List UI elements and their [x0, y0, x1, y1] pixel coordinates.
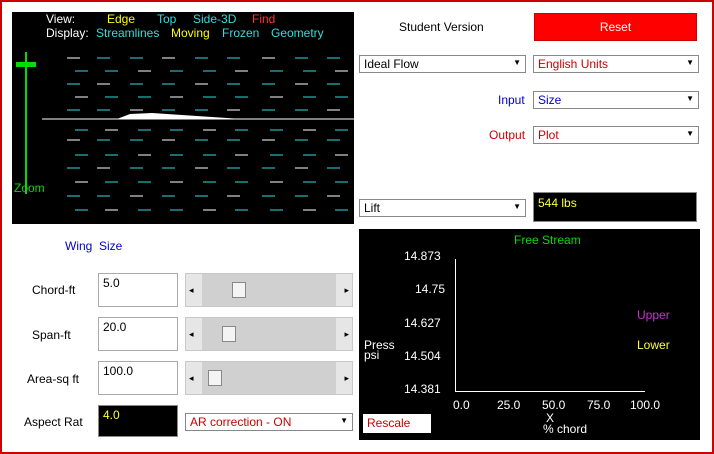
arrow-left-icon[interactable]: ◂: [189, 373, 194, 384]
ytick-label: 14.873: [404, 249, 441, 263]
chevron-down-icon: ▼: [686, 94, 694, 103]
arrow-left-icon[interactable]: ◂: [189, 285, 194, 296]
chord-label: Chord-ft: [32, 283, 76, 297]
flow-type-select[interactable]: Ideal Flow ▼: [359, 55, 526, 73]
x-axis: [455, 391, 645, 392]
pressure-plot: Free Stream 14.873 14.75 14.627 14.504 1…: [359, 229, 700, 440]
streamline-field: [42, 57, 354, 211]
output-select[interactable]: Plot ▼: [533, 126, 699, 144]
ytick-label: 14.381: [404, 382, 441, 396]
wing-title: Wing: [65, 239, 93, 253]
chord-slider-thumb[interactable]: [232, 282, 246, 298]
airfoil-shape: [117, 113, 242, 119]
area-slider[interactable]: ◂ ▸: [185, 361, 353, 395]
reset-button[interactable]: Reset: [534, 13, 697, 41]
xtick-label: 75.0: [587, 398, 611, 412]
input-value: Size: [538, 93, 562, 107]
rescale-button[interactable]: Rescale: [363, 414, 431, 433]
ytick-label: 14.75: [415, 282, 446, 296]
span-slider-thumb[interactable]: [222, 326, 236, 342]
span-slider[interactable]: ◂ ▸: [185, 317, 353, 351]
plot-title: Free Stream: [514, 233, 581, 247]
xtick-label: 0.0: [453, 398, 470, 412]
aspect-ratio-readout: 4.0: [98, 405, 178, 437]
plot-xlabel-unit: % chord: [543, 422, 588, 436]
plot-ylabel-unit: psi: [364, 348, 380, 362]
ar-correction-value: AR correction - ON: [190, 415, 292, 429]
area-input[interactable]: 100.0: [98, 361, 178, 395]
chevron-down-icon: ▼: [513, 58, 521, 67]
units-select[interactable]: English Units ▼: [533, 55, 699, 73]
chevron-down-icon: ▼: [340, 416, 348, 425]
flow-type-value: Ideal Flow: [364, 57, 419, 71]
arrow-left-icon[interactable]: ◂: [189, 329, 194, 340]
input-select[interactable]: Size ▼: [533, 91, 699, 109]
chord-input[interactable]: 5.0: [98, 273, 178, 307]
arrow-right-icon[interactable]: ▸: [344, 285, 349, 296]
chevron-down-icon: ▼: [513, 202, 521, 211]
xtick-label: 100.0: [630, 398, 661, 412]
ar-correction-select[interactable]: AR correction - ON ▼: [185, 413, 353, 431]
span-input[interactable]: 20.0: [98, 317, 178, 351]
chevron-down-icon: ▼: [686, 129, 694, 138]
aspect-ratio-label: Aspect Rat: [24, 415, 83, 429]
y-axis: [455, 259, 456, 391]
input-label: Input: [498, 93, 525, 107]
chord-slider[interactable]: ◂ ▸: [185, 273, 353, 307]
legend-lower: Lower: [637, 338, 670, 352]
area-slider-thumb[interactable]: [208, 370, 222, 386]
output-value: Plot: [538, 128, 559, 142]
xtick-label: 50.0: [542, 398, 566, 412]
lift-readout: 544 lbs: [533, 192, 697, 222]
span-label: Span-ft: [32, 328, 71, 342]
size-title: Size: [99, 239, 123, 253]
output-quantity-value: Lift: [364, 201, 381, 215]
legend-upper: Upper: [637, 308, 670, 322]
output-quantity-select[interactable]: Lift ▼: [359, 199, 526, 217]
area-label: Area-sq ft: [27, 372, 80, 386]
flow-view[interactable]: View: Edge Top Side-3D Find Display: Str…: [12, 12, 354, 224]
version-label: Student Version: [399, 20, 484, 34]
ytick-label: 14.627: [404, 316, 441, 330]
arrow-right-icon[interactable]: ▸: [344, 373, 349, 384]
xtick-label: 25.0: [497, 398, 521, 412]
arrow-right-icon[interactable]: ▸: [344, 329, 349, 340]
units-value: English Units: [538, 57, 609, 71]
output-label: Output: [489, 128, 526, 142]
ytick-label: 14.504: [404, 349, 441, 363]
chevron-down-icon: ▼: [686, 58, 694, 67]
